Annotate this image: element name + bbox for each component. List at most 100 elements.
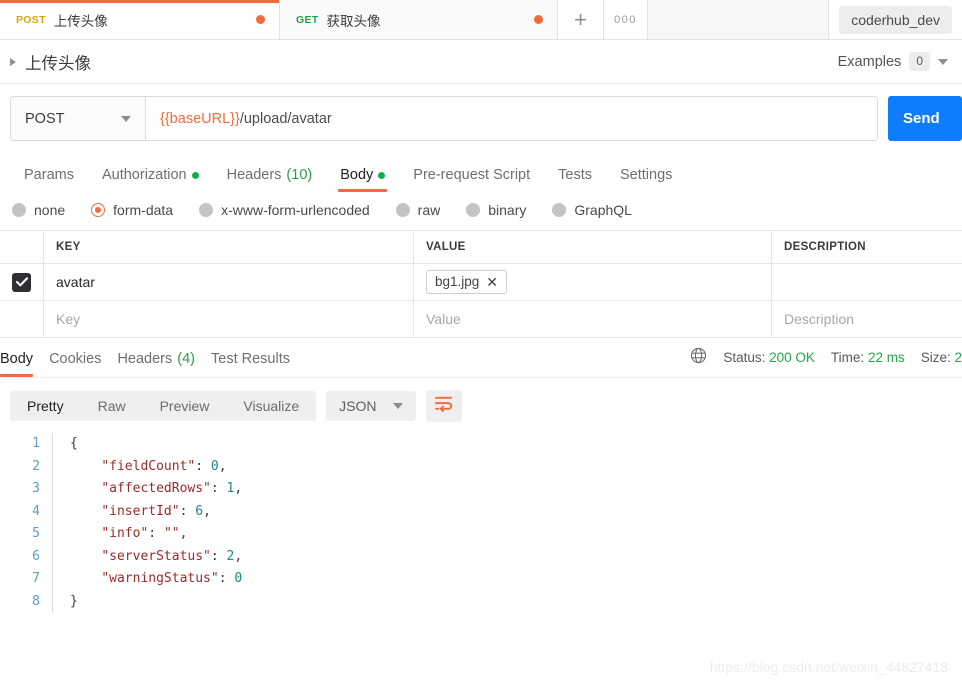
row-value-cell[interactable]: bg1.jpg ✕ — [414, 264, 772, 300]
tab-settings[interactable]: Settings — [606, 167, 686, 192]
row-key-input[interactable]: avatar — [44, 264, 414, 300]
status-value: 200 OK — [769, 349, 815, 365]
line-number: 6 — [32, 548, 40, 564]
code-token-key: "insertId" — [101, 503, 180, 519]
view-mode-pretty[interactable]: Pretty — [10, 391, 81, 421]
word-wrap-button[interactable] — [425, 390, 462, 422]
code-fold-rail — [52, 433, 61, 613]
code-token-str: "" — [163, 526, 180, 541]
request-section-tabs: Params Authorization Headers (10) Body P… — [0, 154, 962, 192]
response-tab-headers[interactable]: Headers (4) — [117, 351, 211, 377]
file-chip[interactable]: bg1.jpg ✕ — [426, 270, 508, 294]
chevron-down-icon — [121, 115, 131, 122]
table-placeholder-row: Key Value Description — [0, 301, 962, 338]
table-header-row: KEY VALUE DESCRIPTION — [0, 231, 962, 264]
request-tab-upload-avatar[interactable]: POST 上传头像 — [0, 0, 280, 39]
response-view-mode-group: Pretty Raw Preview Visualize — [10, 391, 317, 421]
chevron-right-icon[interactable] — [10, 57, 16, 66]
placeholder-checkbox-cell — [0, 301, 44, 337]
code-token-key: "fieldCount" — [101, 458, 196, 474]
http-method-value: POST — [25, 110, 65, 127]
request-tab-get-avatar[interactable]: GET 获取头像 — [280, 0, 558, 39]
new-tab-button[interactable]: + — [558, 0, 604, 39]
row-key-value: avatar — [56, 274, 95, 290]
chevron-down-icon[interactable] — [938, 58, 948, 65]
body-type-graphql[interactable]: GraphQL — [552, 202, 632, 218]
tab-title-label: 上传头像 — [53, 13, 108, 29]
url-variable-token: {{baseURL}} — [160, 110, 240, 127]
code-token-brace: } — [70, 593, 78, 609]
tab-tests[interactable]: Tests — [544, 167, 606, 192]
code-line: "fieldCount": 0, — [70, 456, 242, 479]
body-type-x-www-form-urlencoded[interactable]: x-www-form-urlencoded — [199, 202, 370, 218]
tab-label: Body — [0, 351, 34, 367]
code-line: "insertId": 6, — [70, 501, 242, 524]
response-view-bar: Pretty Raw Preview Visualize JSON — [0, 378, 962, 433]
body-type-form-data[interactable]: form-data — [91, 202, 173, 218]
response-tab-body[interactable]: Body — [0, 351, 49, 377]
response-language-select[interactable]: JSON — [326, 391, 416, 421]
tab-label: Test Results — [211, 351, 290, 367]
send-button[interactable]: Send — [888, 96, 962, 141]
line-number-gutter: 1 2 3 4 5 6 7 8 — [10, 433, 52, 613]
body-type-binary[interactable]: binary — [466, 202, 526, 218]
examples-label[interactable]: Examples — [838, 54, 902, 70]
response-meta: Status: 200 OK Time: 22 ms Size: 2 — [690, 347, 962, 377]
response-body-code[interactable]: 1 2 3 4 5 6 7 8 { "fieldCount": 0, "affe… — [0, 433, 962, 613]
view-mode-preview[interactable]: Preview — [143, 391, 227, 421]
tab-pre-request-script[interactable]: Pre-request Script — [399, 167, 544, 192]
remove-file-icon[interactable]: ✕ — [486, 275, 498, 289]
radio-icon — [552, 203, 567, 217]
code-line: } — [70, 591, 242, 614]
response-tab-cookies[interactable]: Cookies — [49, 351, 117, 377]
line-number: 3 — [32, 481, 40, 496]
code-lines: { "fieldCount": 0, "affectedRows": 1, "i… — [70, 433, 242, 613]
line-number: 2 — [32, 458, 40, 474]
radio-label: none — [34, 202, 66, 218]
environment-selector[interactable]: coderhub_dev — [839, 5, 952, 34]
tab-params[interactable]: Params — [10, 167, 88, 192]
view-mode-visualize[interactable]: Visualize — [226, 391, 316, 421]
code-token-num: 6 — [195, 503, 204, 519]
view-mode-raw[interactable]: Raw — [81, 391, 143, 421]
tab-authorization[interactable]: Authorization — [88, 167, 213, 192]
postman-window: POST 上传头像 GET 获取头像 + 000 coderhub_dev 上传… — [0, 0, 962, 687]
chevron-down-icon — [392, 403, 403, 409]
line-number: 5 — [32, 526, 40, 541]
row-description-input[interactable] — [772, 264, 962, 300]
code-line: { — [70, 433, 242, 456]
placeholder-value-input[interactable]: Value — [414, 301, 772, 337]
radio-label: GraphQL — [574, 202, 632, 218]
environment-zone: coderhub_dev — [829, 0, 962, 39]
row-checkbox[interactable] — [12, 272, 31, 292]
radio-label: form-data — [113, 202, 174, 218]
url-input[interactable]: {{baseURL}}/upload/avatar — [145, 96, 878, 141]
unsaved-dot-icon — [534, 15, 543, 24]
time-label: Time: — [830, 349, 865, 365]
tab-headers[interactable]: Headers (10) — [213, 167, 327, 192]
code-token-punc: , — [218, 458, 227, 474]
body-type-raw[interactable]: raw — [395, 202, 440, 218]
row-enable-cell — [0, 264, 44, 300]
radio-icon — [466, 203, 481, 217]
globe-icon[interactable] — [690, 347, 707, 367]
tab-body[interactable]: Body — [326, 167, 399, 192]
radio-label: x-www-form-urlencoded — [221, 202, 370, 218]
http-method-select[interactable]: POST — [10, 96, 145, 141]
tab-options-icon[interactable]: 000 — [604, 0, 648, 39]
placeholder-key-input[interactable]: Key — [44, 301, 414, 337]
time-value: 22 ms — [867, 349, 905, 365]
size-value: 2 — [954, 349, 962, 365]
body-type-none[interactable]: none — [12, 202, 65, 218]
response-tab-test-results[interactable]: Test Results — [211, 351, 306, 377]
response-section-tabs: Body Cookies Headers (4) Test Results St… — [0, 338, 962, 378]
code-token-brace: { — [70, 436, 78, 451]
code-token-punc: : — [210, 548, 227, 564]
tab-label: Headers — [117, 351, 173, 367]
status-label: Status: — [723, 349, 766, 365]
code-token-punc: : — [148, 526, 164, 541]
code-token-key: "warningStatus" — [101, 571, 219, 586]
line-number: 7 — [32, 571, 40, 586]
placeholder-description-input[interactable]: Description — [772, 301, 962, 337]
tab-label: Params — [24, 167, 74, 183]
